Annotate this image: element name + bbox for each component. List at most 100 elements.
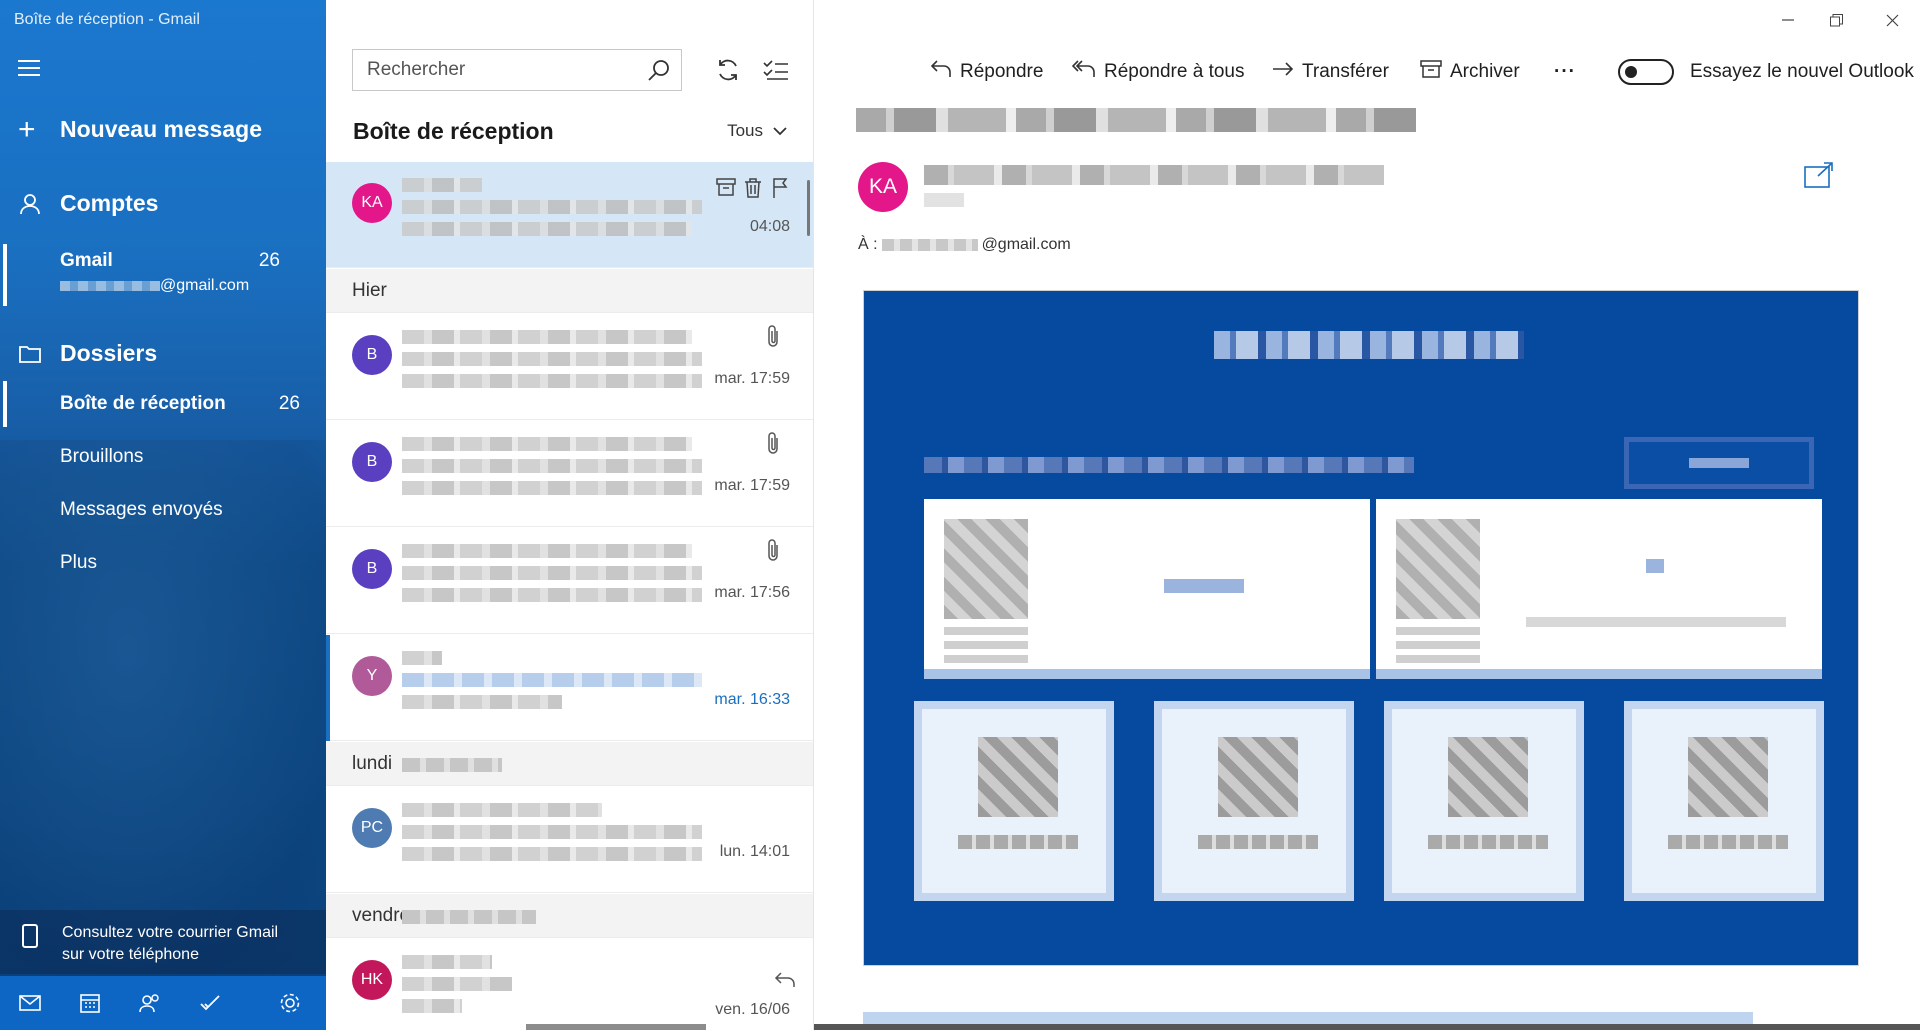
account-unread-count: 26 xyxy=(258,250,280,271)
reply-all-icon xyxy=(1071,59,1096,85)
message-preview-redacted xyxy=(402,803,712,869)
email-card[interactable] xyxy=(924,499,1370,679)
sender-date-redacted xyxy=(924,193,964,207)
attachment-icon xyxy=(766,324,784,350)
unread-indicator xyxy=(326,635,330,741)
email-tile[interactable] xyxy=(1624,701,1824,901)
folder-inbox[interactable]: Boîte de réception 26 xyxy=(0,381,326,427)
list-scrollbar[interactable] xyxy=(807,180,810,236)
filter-label: Tous xyxy=(727,121,763,140)
new-message-button[interactable]: + Nouveau message xyxy=(18,112,262,146)
message-time: mar. 17:59 xyxy=(714,370,790,387)
folders-heading[interactable]: Dossiers xyxy=(18,340,157,367)
reply-all-label: Répondre à tous xyxy=(1104,61,1245,82)
folder-sent[interactable]: Messages envoyés xyxy=(0,487,326,533)
delete-icon[interactable] xyxy=(744,178,764,198)
avatar: B xyxy=(352,549,392,589)
message-time: mar. 16:33 xyxy=(714,691,790,708)
phone-icon xyxy=(22,924,38,948)
mail-icon[interactable] xyxy=(0,976,60,1030)
person-icon xyxy=(18,192,42,216)
calendar-icon[interactable] xyxy=(60,976,120,1030)
date-separator: vendre xyxy=(326,894,813,938)
search-box xyxy=(352,49,682,91)
reply-button[interactable]: Répondre xyxy=(930,54,1043,90)
settings-icon[interactable] xyxy=(260,976,320,1030)
phone-promo-text: Consultez votre courrier Gmail sur votre… xyxy=(62,924,279,963)
email-tile[interactable] xyxy=(1384,701,1584,901)
reply-all-button[interactable]: Répondre à tous xyxy=(1071,54,1245,90)
message-item[interactable]: HK ven. 16/06 xyxy=(326,939,813,1030)
message-item[interactable]: KA 04:08 xyxy=(326,162,813,268)
email-cta-redacted[interactable] xyxy=(1624,437,1814,489)
message-item[interactable]: Y mar. 16:33 xyxy=(326,635,813,741)
attachment-icon xyxy=(766,538,784,564)
folder-drafts[interactable]: Brouillons xyxy=(0,434,326,480)
message-item[interactable]: B mar. 17:59 xyxy=(326,421,813,527)
message-item[interactable]: B mar. 17:59 xyxy=(326,314,813,420)
date-label: lundi xyxy=(352,753,393,774)
sync-icon[interactable] xyxy=(714,56,742,84)
message-list-pane: Boîte de réception Tous KA 04:08 Hier B … xyxy=(326,0,814,1030)
phone-promo-link[interactable]: Consultez votre courrier Gmail sur votre… xyxy=(0,910,326,974)
archive-icon xyxy=(1420,60,1442,84)
email-heading-redacted xyxy=(1214,331,1524,359)
hamburger-menu-icon[interactable] xyxy=(18,60,40,76)
todo-icon[interactable] xyxy=(180,976,240,1030)
accounts-heading[interactable]: Comptes xyxy=(18,190,158,217)
restore-icon[interactable] xyxy=(1818,8,1854,32)
recipient-domain: @gmail.com xyxy=(981,236,1071,253)
recipient-redacted xyxy=(881,239,978,251)
close-icon[interactable] xyxy=(1874,8,1910,32)
accounts-label: Comptes xyxy=(60,190,159,216)
reply-label: Répondre xyxy=(960,61,1044,82)
avatar: HK xyxy=(352,960,392,1000)
folder-label: Brouillons xyxy=(60,446,144,467)
message-preview-redacted xyxy=(402,437,712,503)
quick-actions xyxy=(716,178,792,198)
app-switcher-bar xyxy=(0,976,326,1030)
window-title: Boîte de réception - Gmail xyxy=(14,11,200,28)
email-tile[interactable] xyxy=(1154,701,1354,901)
avatar: B xyxy=(352,335,392,375)
folder-label: Boîte de réception xyxy=(60,393,226,414)
flag-icon[interactable] xyxy=(772,178,792,198)
more-options-button[interactable]: ··· xyxy=(1554,54,1576,90)
forward-button[interactable]: Transférer xyxy=(1272,54,1389,90)
navigation-pane: Boîte de réception - Gmail + Nouveau mes… xyxy=(0,0,326,1030)
search-input[interactable] xyxy=(353,50,633,90)
forward-arrow-icon xyxy=(1272,61,1294,83)
email-tile[interactable] xyxy=(914,701,1114,901)
recipient-line: À : @gmail.com xyxy=(858,236,1071,254)
horizontal-scrollbar[interactable] xyxy=(814,1024,1920,1030)
account-gmail[interactable]: Gmail 26 @gmail.com xyxy=(0,244,326,306)
message-item[interactable]: PC lun. 14:01 xyxy=(326,787,813,893)
avatar: Y xyxy=(352,656,392,696)
folder-label: Messages envoyés xyxy=(60,499,223,520)
people-icon[interactable] xyxy=(120,976,180,1030)
sender-avatar: KA xyxy=(858,162,908,212)
replied-icon xyxy=(774,971,795,997)
date-separator: lundi xyxy=(326,742,813,786)
search-icon[interactable] xyxy=(647,58,671,82)
new-outlook-label: Essayez le nouvel Outlook xyxy=(1690,61,1914,82)
archive-button[interactable]: Archiver xyxy=(1420,54,1520,90)
email-body-redacted xyxy=(863,290,1859,966)
folder-icon xyxy=(18,342,42,366)
email-card[interactable] xyxy=(1376,499,1822,679)
forward-label: Transférer xyxy=(1302,61,1389,82)
folder-more[interactable]: Plus xyxy=(0,540,326,586)
archive-icon[interactable] xyxy=(716,178,736,198)
plus-icon: + xyxy=(18,112,36,146)
new-outlook-toggle[interactable]: Essayez le nouvel Outlook xyxy=(1618,54,1914,90)
horizontal-scrollbar[interactable] xyxy=(526,1024,706,1030)
selection-mode-icon[interactable] xyxy=(762,56,790,84)
filter-dropdown[interactable]: Tous xyxy=(727,121,787,141)
message-preview-redacted xyxy=(402,544,712,610)
subject-redacted xyxy=(856,108,1416,132)
message-item[interactable]: B mar. 17:56 xyxy=(326,528,813,634)
email-intro-redacted xyxy=(924,457,1414,473)
reading-pane: Répondre Répondre à tous Transférer Arch… xyxy=(814,0,1920,1030)
minimize-icon[interactable] xyxy=(1770,8,1806,32)
open-in-new-window-icon[interactable] xyxy=(1804,162,1834,190)
